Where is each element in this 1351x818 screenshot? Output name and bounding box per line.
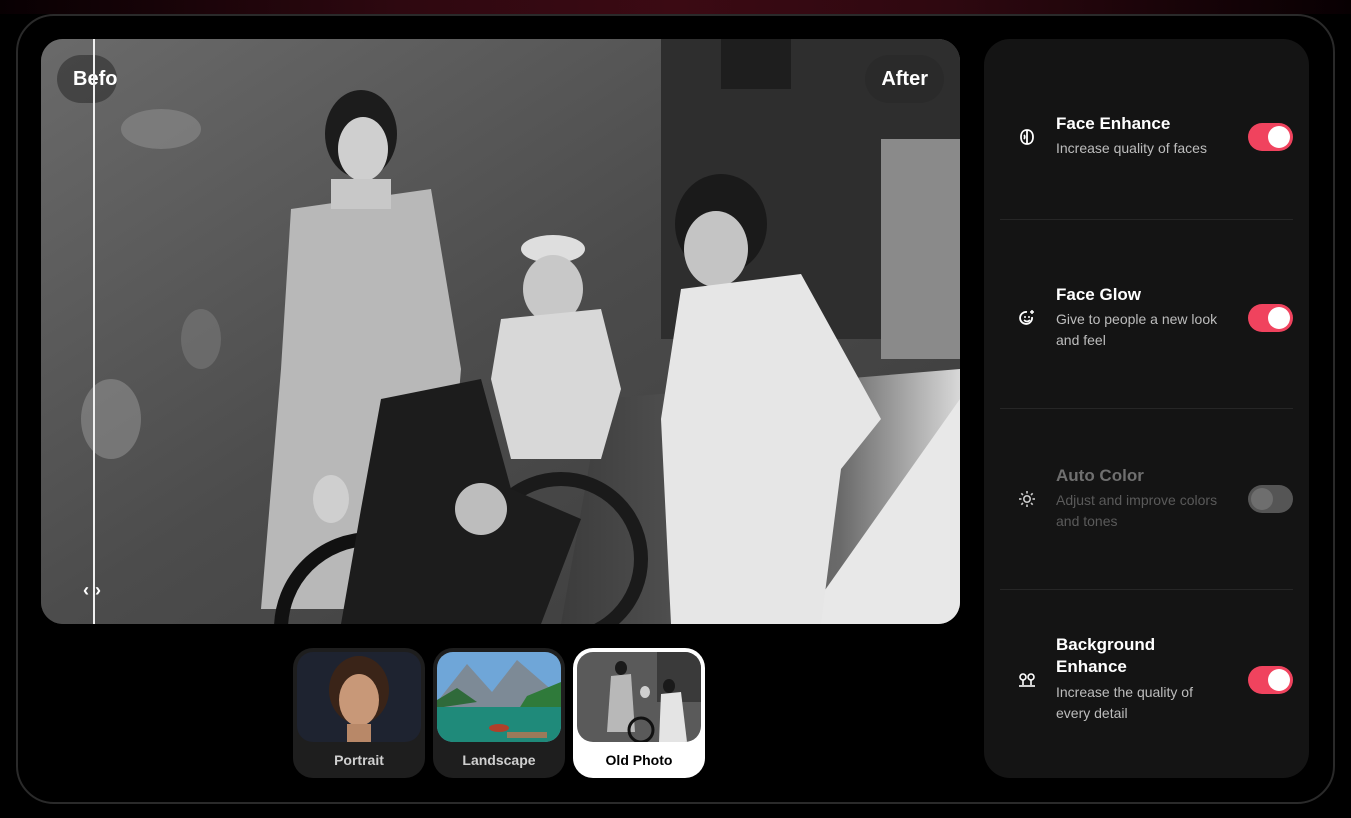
top-glow — [0, 0, 1351, 14]
toggle-knob — [1268, 307, 1290, 329]
trees-icon — [1018, 671, 1036, 689]
before-label: Before — [57, 55, 117, 103]
option-title: Auto Color — [1056, 466, 1144, 485]
portrait-thumbnail — [297, 652, 421, 742]
compare-divider[interactable] — [93, 39, 95, 624]
option-background-enhance: Background Enhance Increase the quality … — [1000, 590, 1293, 771]
sample-landscape[interactable]: Landscape — [433, 648, 565, 778]
option-title: Face Glow — [1056, 285, 1142, 304]
face-glow-toggle[interactable] — [1248, 304, 1293, 332]
option-face-glow: Face Glow Give to people a new look and … — [1000, 228, 1293, 409]
sample-portrait[interactable]: Portrait — [293, 648, 425, 778]
enhance-options-panel: Face Enhance Increase quality of faces F… — [984, 39, 1309, 778]
auto-color-toggle[interactable] — [1248, 485, 1293, 513]
option-auto-color: Auto Color Adjust and improve colors and… — [1000, 409, 1293, 590]
option-title: Face Enhance — [1056, 114, 1171, 133]
after-label: After — [865, 55, 944, 103]
face-glow-icon — [1018, 309, 1036, 327]
option-description: Increase the quality of every detail — [1056, 684, 1193, 721]
toggle-knob — [1268, 669, 1290, 691]
sun-icon — [1018, 490, 1036, 508]
face-enhance-icon — [1018, 128, 1036, 146]
option-description: Increase quality of faces — [1056, 140, 1207, 156]
background-enhance-toggle[interactable] — [1248, 666, 1293, 694]
sample-label: Portrait — [334, 752, 384, 768]
sample-label: Old Photo — [605, 752, 673, 768]
sample-selector: Portrait Landscape Old Photo — [293, 648, 705, 778]
before-after-viewer[interactable]: Before After — [41, 39, 960, 624]
sample-old-photo[interactable]: Old Photo — [573, 648, 705, 778]
option-description: Adjust and improve colors and tones — [1056, 492, 1218, 529]
toggle-knob — [1268, 126, 1290, 148]
landscape-thumbnail — [437, 652, 561, 742]
option-description: Give to people a new look and feel — [1056, 311, 1218, 348]
option-title: Background Enhance — [1056, 635, 1156, 676]
old-photo-thumbnail — [577, 652, 701, 742]
old-photo-image — [41, 39, 960, 624]
option-face-enhance: Face Enhance Increase quality of faces — [1000, 39, 1293, 220]
face-enhance-toggle[interactable] — [1248, 123, 1293, 151]
sample-label: Landscape — [462, 752, 536, 768]
divider-handle[interactable]: ‹› — [78, 580, 112, 604]
toggle-knob — [1251, 488, 1273, 510]
